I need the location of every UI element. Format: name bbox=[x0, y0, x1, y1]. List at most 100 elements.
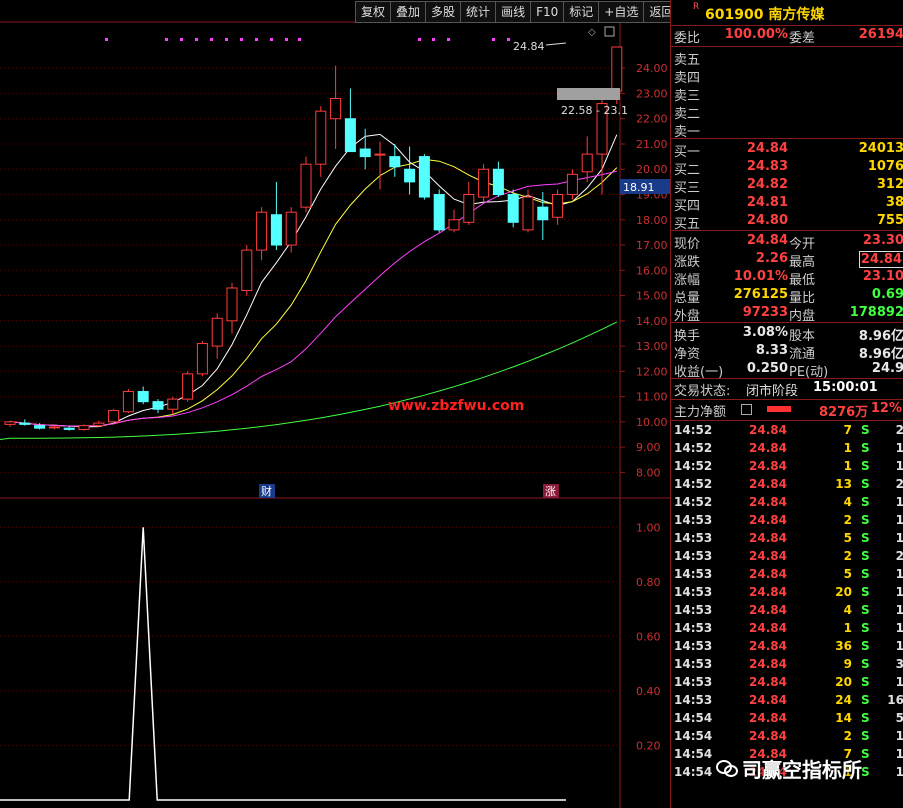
candle-body[interactable] bbox=[478, 168, 490, 198]
candle-body[interactable] bbox=[359, 148, 371, 158]
candle-body[interactable] bbox=[182, 373, 194, 400]
candle-body[interactable] bbox=[241, 249, 253, 291]
sell-orders: 卖五 卖四 卖三 卖二 卖一 bbox=[671, 47, 903, 140]
candle-body[interactable] bbox=[122, 391, 134, 413]
signal-dot bbox=[225, 38, 228, 41]
signal-dot bbox=[180, 38, 183, 41]
price-tick: 10.00 bbox=[636, 416, 668, 429]
indicator-tick: 0.60 bbox=[636, 630, 661, 643]
candle-body[interactable] bbox=[537, 206, 549, 221]
sell-row: 卖二 bbox=[674, 107, 701, 122]
tick-row: 14:53 24.84 20 S 1 bbox=[674, 675, 903, 689]
marker-cai[interactable]: 财 bbox=[261, 484, 272, 498]
sell-row: 卖一 bbox=[674, 125, 701, 140]
toolbar-btn-3[interactable]: 统计 bbox=[461, 1, 497, 23]
candle-body[interactable] bbox=[34, 425, 46, 429]
range-bar bbox=[557, 88, 620, 100]
tick-list[interactable]: 14:52 24.84 7 S 2 14:52 24.84 1 S 1 14:52 24.84 1 S 1 1… bbox=[671, 421, 903, 781]
candle-body[interactable] bbox=[507, 194, 519, 223]
kline-chart[interactable]: 1.00 0.80 0.60 0.40 0.20 24.00 23.00 22.00 21.0… bbox=[0, 0, 670, 808]
diamond-icon[interactable]: ◇ bbox=[588, 27, 596, 38]
tick-row: 14:53 24.84 24 S 16 bbox=[674, 693, 903, 707]
price-tick: 22.00 bbox=[636, 113, 668, 126]
signal-dot bbox=[105, 38, 108, 41]
candle-body[interactable] bbox=[108, 409, 120, 423]
share-row: 净资 8.33 流通 8.96亿 bbox=[674, 343, 903, 362]
candle-body[interactable] bbox=[552, 194, 564, 218]
tick-row: 14:53 24.84 1 S 1 bbox=[674, 621, 903, 635]
candle-body[interactable] bbox=[492, 168, 504, 196]
signal-dot bbox=[255, 38, 258, 41]
indicator-tick: 0.80 bbox=[636, 576, 661, 589]
toolbar-btn-5[interactable]: F10 bbox=[531, 1, 565, 23]
price-tick: 24.00 bbox=[636, 62, 668, 75]
wechat-icon bbox=[716, 760, 738, 777]
toolbar-btn-2[interactable]: 多股 bbox=[426, 1, 462, 23]
candle-body[interactable] bbox=[167, 398, 179, 410]
candle-body[interactable] bbox=[581, 153, 593, 173]
candle-body[interactable] bbox=[433, 194, 445, 231]
candle-body[interactable] bbox=[4, 421, 16, 425]
candle-body[interactable] bbox=[19, 422, 31, 425]
indicator-tick: 0.20 bbox=[636, 739, 661, 752]
candle-body[interactable] bbox=[48, 426, 60, 429]
tick-row: 14:52 24.84 1 S 1 bbox=[674, 441, 903, 455]
tick-row: 14:53 24.84 20 S 1 bbox=[674, 585, 903, 599]
toolbar-btn-0[interactable]: 复权 bbox=[355, 1, 392, 23]
share-stats: 换手 3.08% 股本 8.96亿 净资 8.33 流通 8.96亿 收益(一) 0.250 PE(… bbox=[671, 323, 903, 380]
candle-body[interactable] bbox=[330, 98, 342, 120]
net-bar bbox=[767, 406, 791, 412]
candle-body[interactable] bbox=[285, 211, 297, 246]
candle-body[interactable] bbox=[152, 401, 164, 410]
watermark-url: www.zbzfwu.com bbox=[388, 398, 524, 414]
candle-body[interactable] bbox=[300, 163, 312, 208]
share-row: 换手 3.08% 股本 8.96亿 bbox=[674, 325, 903, 344]
candle-body[interactable] bbox=[78, 425, 90, 430]
candle-body[interactable] bbox=[137, 391, 149, 403]
candle-body[interactable] bbox=[226, 287, 238, 322]
sell-row: 卖三 bbox=[674, 89, 701, 104]
signal-dot bbox=[195, 38, 198, 41]
candle-body[interactable] bbox=[611, 46, 623, 92]
price-tick: 11.00 bbox=[636, 391, 668, 404]
toolbar-btn-1[interactable]: 叠加 bbox=[391, 1, 427, 23]
signal-dot bbox=[418, 38, 421, 41]
candle-body[interactable] bbox=[270, 214, 282, 246]
price-tick: 14.00 bbox=[636, 315, 668, 328]
candle-body[interactable] bbox=[196, 343, 208, 375]
toolbar-btn-4[interactable]: 画线 bbox=[496, 1, 532, 23]
candle-body[interactable] bbox=[418, 156, 430, 198]
candle-body[interactable] bbox=[63, 427, 75, 430]
candle-body[interactable] bbox=[463, 194, 475, 223]
stat-row: 外盘 97233 内盘 178892 bbox=[674, 305, 903, 324]
tick-row: 14:53 24.84 9 S 3 bbox=[674, 657, 903, 671]
marker-zhang[interactable]: 涨 bbox=[545, 485, 556, 498]
toolbar-btn-6[interactable]: 标记 bbox=[564, 1, 600, 23]
toolbar-btn-7[interactable]: +自选 bbox=[599, 1, 645, 23]
price-tick: 23.00 bbox=[636, 87, 668, 100]
candle-body[interactable] bbox=[374, 153, 386, 156]
tick-row: 14:54 24.84 2 S 1 bbox=[674, 729, 903, 743]
stock-code[interactable]: 601900 南方传媒 bbox=[705, 4, 824, 24]
signal-dot bbox=[507, 38, 510, 41]
candle-body[interactable] bbox=[93, 422, 105, 427]
menu-icon[interactable] bbox=[741, 404, 752, 415]
candle-body[interactable] bbox=[448, 219, 460, 231]
tick-row: 14:53 24.84 2 S 2 bbox=[674, 549, 903, 563]
chart-toolbar: 复权 叠加 多股 统计 画线 F10 标记 +自选 返回 bbox=[355, 1, 680, 23]
candle-body[interactable] bbox=[344, 118, 356, 153]
candle-body[interactable] bbox=[256, 211, 268, 251]
candle-body[interactable] bbox=[566, 173, 578, 196]
candle-body[interactable] bbox=[404, 168, 416, 183]
candle-body[interactable] bbox=[211, 317, 223, 347]
range-label: 22.58 - 23.1 bbox=[561, 104, 628, 117]
tick-row: 14:53 24.84 36 S 1 bbox=[674, 639, 903, 653]
tick-row: 14:53 24.84 4 S 1 bbox=[674, 603, 903, 617]
high-label: 24.84 bbox=[513, 40, 545, 53]
candle-body[interactable] bbox=[389, 156, 401, 168]
signal-dot bbox=[298, 38, 301, 41]
candle-body[interactable] bbox=[522, 196, 534, 231]
signal-dot bbox=[432, 38, 435, 41]
candle-body[interactable] bbox=[315, 110, 327, 165]
signal-dot bbox=[165, 38, 168, 41]
